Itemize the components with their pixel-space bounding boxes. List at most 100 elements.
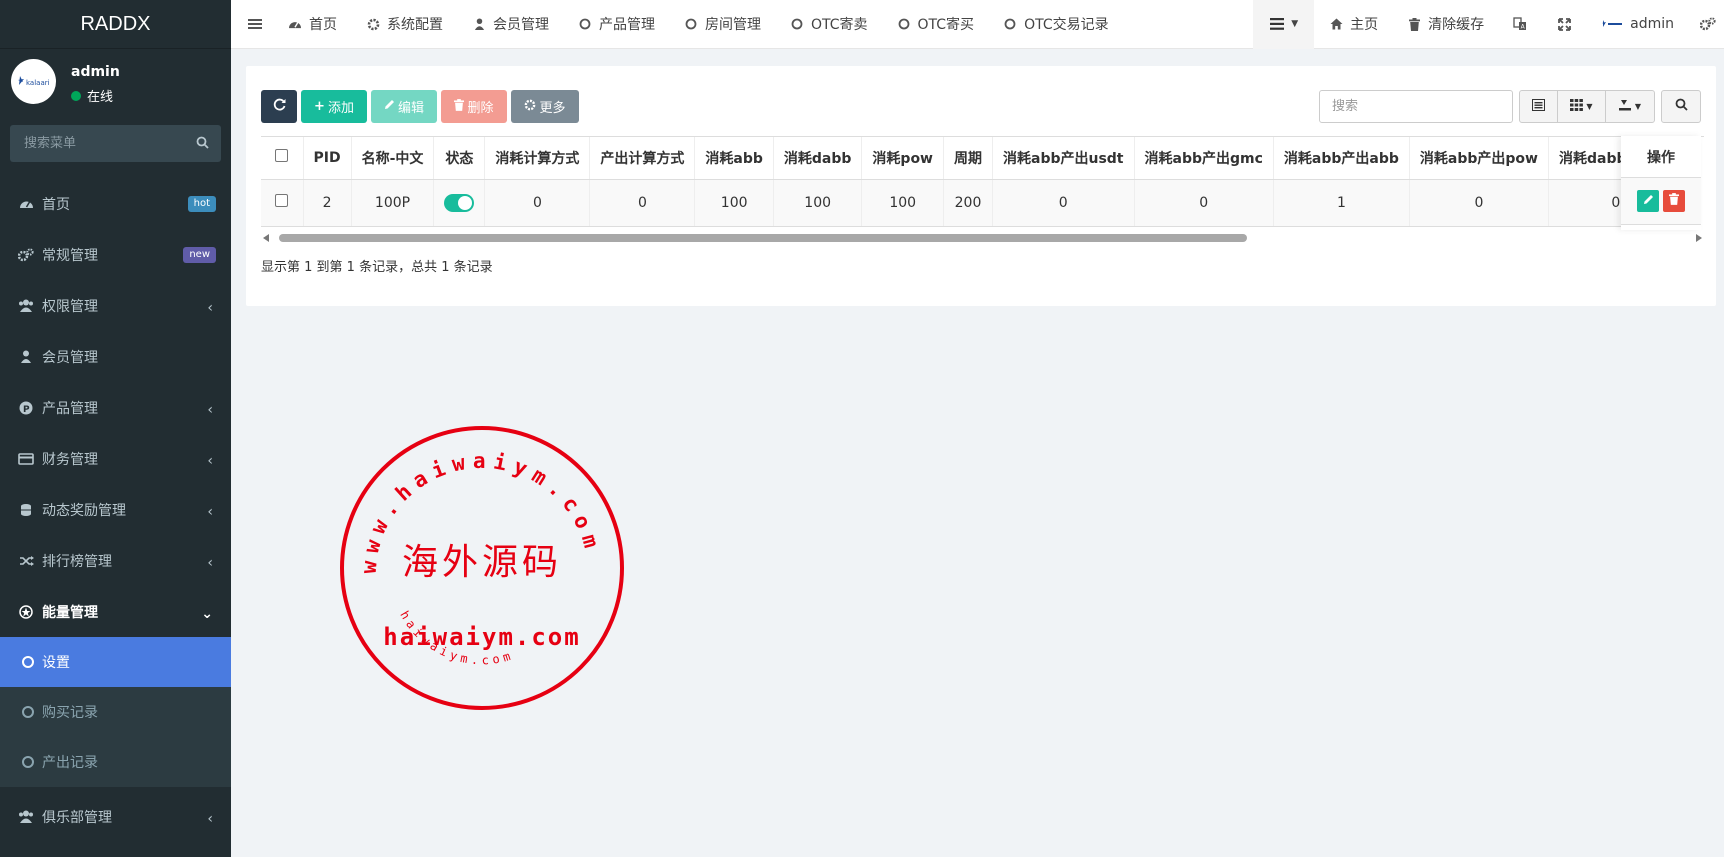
toggle-view-button[interactable] [1520,91,1558,122]
sidebar-item-ranking[interactable]: 排行榜管理 ‹ [0,535,231,586]
control-sidebar-button[interactable] [1688,0,1724,49]
tab-system-config[interactable]: 系统配置 [351,0,457,49]
columns-dropdown-button[interactable]: ▼ [1558,91,1606,122]
column-header[interactable]: 产出计算方式 [589,137,696,180]
sidebar-subitem-label: 产出记录 [42,755,98,771]
language-button[interactable]: A [1498,0,1542,49]
status-toggle[interactable] [444,193,475,212]
column-header[interactable]: 消耗pow [861,137,944,180]
avatar: kalaari [11,59,56,104]
online-dot-icon [71,90,81,101]
sidebar-item-label: 俱乐部管理 [42,809,112,826]
column-header[interactable]: 消耗abb产出abb [1273,137,1410,180]
brand-logo[interactable]: RADDX [0,0,231,49]
fullscreen-button[interactable] [1542,0,1586,49]
clear-cache-button[interactable]: 清除缓存 [1392,0,1498,49]
sidebar-item-permission[interactable]: 权限管理 ‹ [0,280,231,331]
delete-button[interactable]: 删除 [441,90,507,123]
circle-icon [896,16,912,32]
home-label: 主页 [1350,17,1379,33]
add-button[interactable]: + 添加 [301,90,367,123]
column-header[interactable]: 周期 [943,137,993,180]
tab-list-dropdown[interactable]: ▼ [1253,0,1315,49]
grid-icon [1570,98,1584,115]
tab-otc-sell[interactable]: OTC寄卖 [775,0,882,49]
user-name: admin [71,64,120,80]
horizontal-scrollbar[interactable] [261,230,1704,246]
sidebar-item-reward[interactable]: 动态奖励管理 ‹ [0,484,231,535]
sidebar-item-finance[interactable]: 财务管理 ‹ [0,433,231,484]
row-delete-button[interactable] [1663,190,1685,212]
view-options-group: ▼ ▼ [1519,90,1655,123]
refresh-button[interactable] [261,90,297,123]
cell-consume-pow: 100 [861,179,944,227]
admin-user-menu[interactable]: admin [1586,0,1688,49]
export-dropdown-button[interactable]: ▼ [1606,91,1654,122]
column-header[interactable]: 消耗计算方式 [484,137,591,180]
scroll-left-arrow-icon[interactable] [263,234,269,242]
sidebar-item-energy[interactable]: 能量管理 ⌄ [0,586,231,637]
cell-consume-abb: 100 [694,179,774,227]
circle-icon [22,756,34,768]
column-header[interactable]: 消耗dabb [773,137,863,180]
sidebar-subitem-purchase-records[interactable]: 购买记录 [0,687,231,737]
column-header[interactable]: PID [303,137,352,180]
column-header[interactable]: 名称-中文 [351,137,435,180]
sidebar-item-label: 动态奖励管理 [42,502,126,519]
scrollbar-thumb[interactable] [279,234,1247,242]
users-icon [18,809,34,825]
table-row[interactable]: 2 100P 0 0 100 100 100 200 0 0 1 0 0 [261,179,1684,227]
sidebar-toggle-button[interactable] [231,0,273,49]
edit-label: 编辑 [397,101,424,116]
tab-products[interactable]: 产品管理 [563,0,669,49]
row-checkbox[interactable] [275,194,289,207]
sidebar-item-general[interactable]: 常规管理 new [0,229,231,280]
sidebar-search-input[interactable] [10,125,221,162]
sidebar-subitem-settings[interactable]: 设置 [0,637,231,687]
circle-icon [22,656,34,668]
svg-text:P: P [23,405,30,415]
chevron-left-icon: ‹ [207,555,213,571]
more-button[interactable]: 更多 [511,90,579,123]
list-alt-icon [1532,98,1545,115]
column-header[interactable]: 消耗abb产出pow [1409,137,1549,180]
tab-home[interactable]: 首页 [273,0,351,49]
column-header[interactable]: 消耗abb [694,137,774,180]
circle-icon [577,16,593,32]
tab-members[interactable]: 会员管理 [457,0,563,49]
sidebar-item-home[interactable]: 首页 hot [0,178,231,229]
sidebar-item-label: 排行榜管理 [42,553,112,570]
hot-badge: hot [187,196,216,212]
column-header[interactable]: 状态 [433,137,486,180]
column-header[interactable]: 消耗abb产出gmc [1134,137,1274,180]
home-link[interactable]: 主页 [1314,0,1392,49]
trash-icon [1669,193,1679,209]
energy-icon [18,604,34,620]
search-button-group [1661,90,1701,123]
caret-down-icon: ▼ [1586,102,1593,111]
tab-label: OTC交易记录 [1024,17,1109,33]
sidebar-item-members[interactable]: 会员管理 [0,331,231,382]
column-header[interactable]: 消耗abb产出usdt [992,137,1135,180]
sidebar-item-club[interactable]: 俱乐部管理 ‹ [0,791,231,842]
tab-otc-records[interactable]: OTC交易记录 [988,0,1123,49]
sidebar-subitem-output-records[interactable]: 产出记录 [0,737,231,787]
admin-label: admin [1630,16,1674,32]
search-icon[interactable] [196,136,209,153]
sidebar-item-label: 产品管理 [42,400,98,417]
edit-button[interactable]: 编辑 [371,90,437,123]
plus-icon: + [314,99,325,114]
select-all-checkbox[interactable] [275,149,289,163]
scroll-right-arrow-icon[interactable] [1696,234,1702,242]
hamburger-icon [247,16,263,32]
row-edit-button[interactable] [1637,190,1659,212]
operations-cell [1621,178,1701,225]
tab-otc-buy[interactable]: OTC寄买 [882,0,989,49]
fullscreen-icon [1556,16,1572,32]
table-search-input[interactable] [1319,90,1513,123]
pencil-icon [1643,193,1654,209]
tab-rooms[interactable]: 房间管理 [669,0,775,49]
circle-icon [1002,16,1018,32]
sidebar-item-products[interactable]: P 产品管理 ‹ [0,382,231,433]
advanced-search-button[interactable] [1662,91,1700,122]
